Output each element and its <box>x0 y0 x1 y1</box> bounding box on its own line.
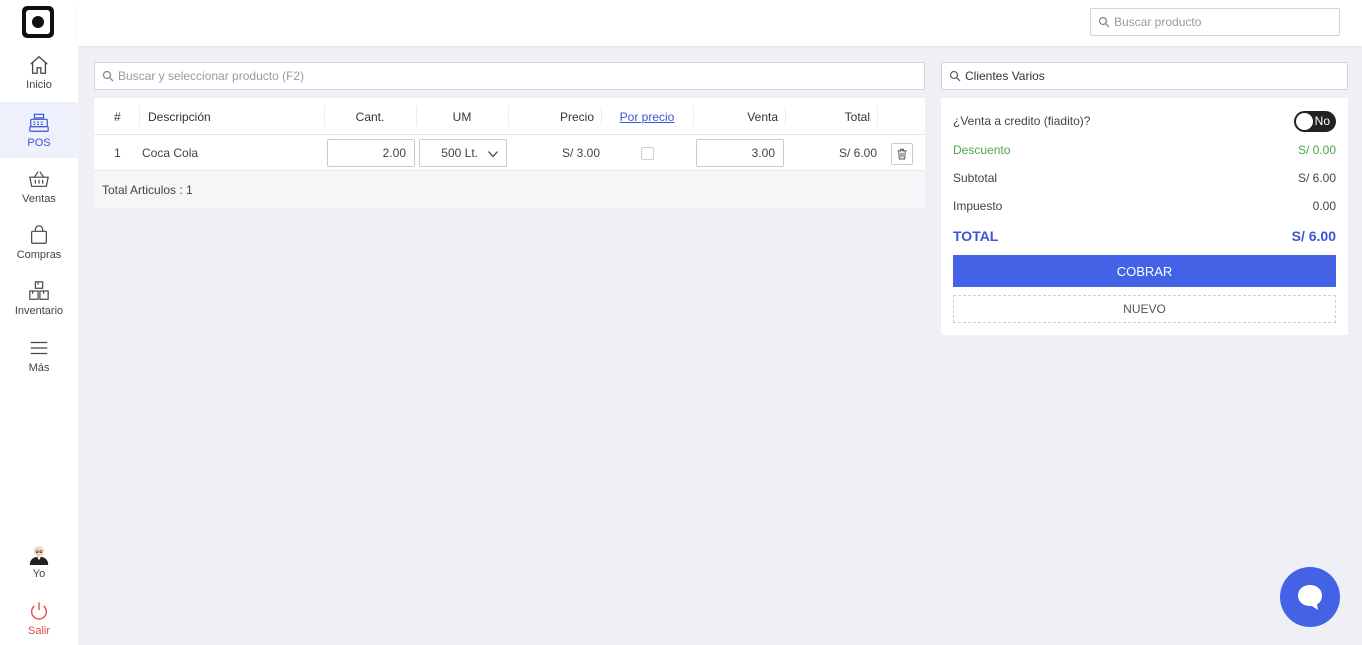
sidebar-item-label: Ventas <box>22 192 56 205</box>
row-number: 1 <box>114 146 121 160</box>
sidebar-item-label: Inicio <box>26 78 52 91</box>
um-select-value: 500 Lt. <box>441 146 478 160</box>
impuesto-label: Impuesto <box>953 199 1003 213</box>
sidebar-item-mas[interactable]: Más <box>0 327 78 383</box>
trash-icon <box>897 148 907 160</box>
row-total: S/ 6.00 <box>838 146 877 160</box>
descuento-label[interactable]: Descuento <box>953 143 1010 157</box>
delete-row-button[interactable] <box>891 143 913 165</box>
credit-row: ¿Venta a credito (fiadito)? No <box>953 110 1336 132</box>
sidebar-item-pos[interactable]: POS <box>0 102 78 158</box>
home-icon <box>30 55 48 74</box>
descuento-row: Descuento S/ 0.00 <box>953 140 1336 160</box>
client-search-box[interactable] <box>941 62 1348 90</box>
column-header-um: UM <box>452 109 472 124</box>
um-select[interactable]: 500 Lt. <box>419 139 507 167</box>
cash-register-icon <box>29 113 49 132</box>
sidebar-item-label: Inventario <box>14 304 64 317</box>
sidebar: Inicio POS Ventas Compras Inventario Más… <box>0 0 78 645</box>
sidebar-item-logout[interactable]: Salir <box>0 590 78 645</box>
table-header: # Descripción Cant. UM Precio Por precio… <box>94 98 925 135</box>
top-bar <box>78 0 1362 46</box>
sidebar-item-label: Compras <box>16 248 62 261</box>
pos-search-box[interactable] <box>94 62 925 90</box>
sidebar-item-user[interactable]: Yo <box>0 533 78 589</box>
column-header-precio: Precio <box>559 109 594 124</box>
column-header-num: # <box>114 109 121 124</box>
client-search-input[interactable] <box>965 69 1347 83</box>
product-search-input[interactable] <box>1114 15 1339 29</box>
avatar <box>29 545 49 565</box>
total-value: S/ 6.00 <box>1291 228 1336 244</box>
cobrar-button[interactable]: COBRAR <box>953 255 1336 287</box>
chevron-down-icon <box>488 151 498 158</box>
sidebar-item-inicio[interactable]: Inicio <box>0 44 78 100</box>
chat-bubble-icon <box>1298 585 1322 610</box>
chat-button[interactable] <box>1280 567 1340 627</box>
sidebar-item-compras[interactable]: Compras <box>0 214 78 270</box>
shopping-bag-icon <box>31 224 47 244</box>
sidebar-item-label: Más <box>28 361 50 374</box>
nuevo-button[interactable]: NUEVO <box>953 295 1336 323</box>
impuesto-row: Impuesto 0.00 <box>953 196 1336 216</box>
quantity-input[interactable] <box>327 139 415 167</box>
credit-label: ¿Venta a credito (fiadito)? <box>953 114 1091 128</box>
column-header-cant: Cant. <box>355 109 385 124</box>
row-price: S/ 3.00 <box>561 146 600 160</box>
total-label: TOTAL <box>953 228 999 244</box>
por-precio-link[interactable]: Por precio <box>601 98 693 135</box>
pos-product-search-input[interactable] <box>118 69 924 83</box>
impuesto-value: 0.00 <box>1312 199 1336 213</box>
column-header-descripcion: Descripción <box>148 109 211 124</box>
power-icon <box>30 601 48 620</box>
credit-toggle[interactable]: No <box>1294 110 1336 132</box>
por-precio-checkbox[interactable] <box>641 147 654 160</box>
table-row: 1 Coca Cola 500 Lt. S/ 3.00 S/ 6.00 <box>94 135 925 171</box>
column-header-total: Total <box>844 109 870 124</box>
sidebar-item-label: Yo <box>32 567 46 580</box>
top-search-box[interactable] <box>1090 8 1340 36</box>
search-icon <box>1098 16 1110 28</box>
cart-table: # Descripción Cant. UM Precio Por precio… <box>94 98 925 208</box>
venta-input[interactable] <box>696 139 784 167</box>
sidebar-item-inventario[interactable]: Inventario <box>0 270 78 326</box>
sidebar-item-label: POS <box>27 136 51 149</box>
search-icon <box>102 70 114 82</box>
subtotal-row: Subtotal S/ 6.00 <box>953 168 1336 188</box>
column-header-venta: Venta <box>747 109 778 124</box>
descuento-value: S/ 0.00 <box>1297 143 1336 157</box>
total-row: TOTAL S/ 6.00 <box>953 226 1336 246</box>
total-articulos: Total Articulos : 1 <box>102 182 193 197</box>
row-description: Coca Cola <box>142 146 199 160</box>
subtotal-value: S/ 6.00 <box>1297 171 1336 185</box>
credit-toggle-label: No <box>1314 114 1330 128</box>
sidebar-item-ventas[interactable]: Ventas <box>0 158 78 214</box>
menu-icon <box>30 341 48 354</box>
search-icon <box>949 70 961 82</box>
boxes-icon <box>29 280 49 300</box>
summary-panel: ¿Venta a credito (fiadito)? No Descuento… <box>941 98 1348 335</box>
sidebar-item-label: Salir <box>27 624 50 637</box>
basket-icon <box>29 170 49 187</box>
table-footer: Total Articulos : 1 <box>94 171 925 208</box>
app-logo[interactable] <box>22 6 54 38</box>
subtotal-label: Subtotal <box>953 171 998 185</box>
